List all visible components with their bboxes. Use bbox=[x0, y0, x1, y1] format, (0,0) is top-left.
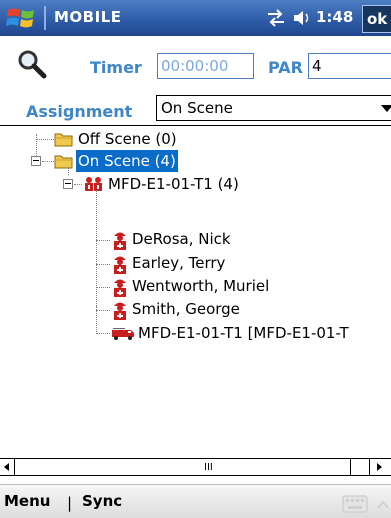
collapse-icon[interactable] bbox=[31, 156, 41, 166]
volume-icon[interactable] bbox=[292, 9, 314, 27]
tree-line bbox=[96, 240, 110, 241]
tree-line bbox=[42, 161, 54, 162]
app-window: MOBILE 1:48 ok Timer 00:00:00 PAR 4 Assi… bbox=[0, 0, 391, 518]
title-bar: MOBILE 1:48 ok bbox=[0, 0, 391, 36]
tree-line bbox=[96, 306, 97, 334]
scroll-right-button[interactable] bbox=[370, 459, 391, 475]
tree-line bbox=[96, 310, 110, 311]
ok-button[interactable]: ok bbox=[362, 5, 391, 33]
scroll-grip: III bbox=[204, 462, 213, 473]
windows-start-icon[interactable] bbox=[4, 4, 40, 32]
clock[interactable]: 1:48 bbox=[316, 8, 353, 26]
par-field[interactable]: 4 bbox=[308, 53, 391, 79]
timer-label: Timer bbox=[90, 58, 142, 77]
tree-node-label: Off Scene (0) bbox=[78, 130, 177, 148]
scroll-left-button[interactable] bbox=[0, 459, 15, 475]
scroll-thumb[interactable]: III bbox=[14, 459, 351, 475]
horizontal-scrollbar[interactable]: III bbox=[0, 458, 391, 476]
folder-icon bbox=[54, 133, 73, 147]
member-name: Smith, George bbox=[132, 300, 240, 318]
arrow-right-icon bbox=[377, 463, 382, 471]
search-icon[interactable] bbox=[16, 48, 48, 80]
apparatus-label: MFD-E1-01-T1 [MFD-E1-01-T bbox=[138, 324, 349, 342]
firefighter-icon bbox=[114, 302, 126, 320]
tree-line bbox=[68, 167, 69, 175]
fire-truck-icon bbox=[112, 328, 134, 340]
assignment-dropdown[interactable]: On Scene bbox=[156, 95, 391, 121]
folder-open-icon bbox=[54, 155, 73, 169]
scroll-track[interactable] bbox=[351, 459, 370, 475]
tree-node-label: MFD-E1-01-T1 (4) bbox=[108, 175, 239, 193]
softkey-separator: | bbox=[67, 494, 73, 512]
par-label: PAR bbox=[268, 58, 303, 77]
tree-line bbox=[96, 264, 110, 265]
menu-softkey[interactable]: Menu bbox=[4, 492, 50, 510]
firefighter-icon bbox=[114, 256, 126, 274]
connectivity-icon[interactable] bbox=[265, 9, 287, 27]
timer-field[interactable]: 00:00:00 bbox=[157, 53, 254, 79]
crew-icon bbox=[85, 177, 102, 191]
assignment-label: Assignment bbox=[26, 102, 133, 121]
title-divider bbox=[44, 6, 46, 30]
member-name: Earley, Terry bbox=[132, 254, 226, 272]
member-name: Wentworth, Muriel bbox=[132, 277, 270, 295]
assignment-tree[interactable]: Off Scene (0) On Scene (4) MFD-E1-01-T1 … bbox=[0, 125, 391, 458]
softkey-bar: Menu | Sync bbox=[0, 484, 391, 518]
assignment-value: On Scene bbox=[161, 99, 233, 117]
tree-line bbox=[96, 333, 110, 334]
member-name: DeRosa, Nick bbox=[132, 230, 231, 248]
collapse-icon[interactable] bbox=[63, 179, 73, 189]
tree-line bbox=[74, 184, 82, 185]
tree-line bbox=[36, 139, 54, 140]
app-title: MOBILE bbox=[54, 8, 122, 26]
input-arrow-icon[interactable] bbox=[376, 497, 390, 511]
tree-line bbox=[96, 287, 110, 288]
firefighter-icon bbox=[114, 232, 126, 250]
sync-softkey[interactable]: Sync bbox=[82, 492, 122, 510]
arrow-left-icon bbox=[4, 463, 9, 471]
chevron-down-icon bbox=[381, 105, 391, 112]
firefighter-icon bbox=[114, 279, 126, 297]
keyboard-icon[interactable] bbox=[342, 495, 368, 513]
tree-line bbox=[96, 190, 97, 306]
tree-node-label: On Scene (4) bbox=[76, 150, 178, 172]
